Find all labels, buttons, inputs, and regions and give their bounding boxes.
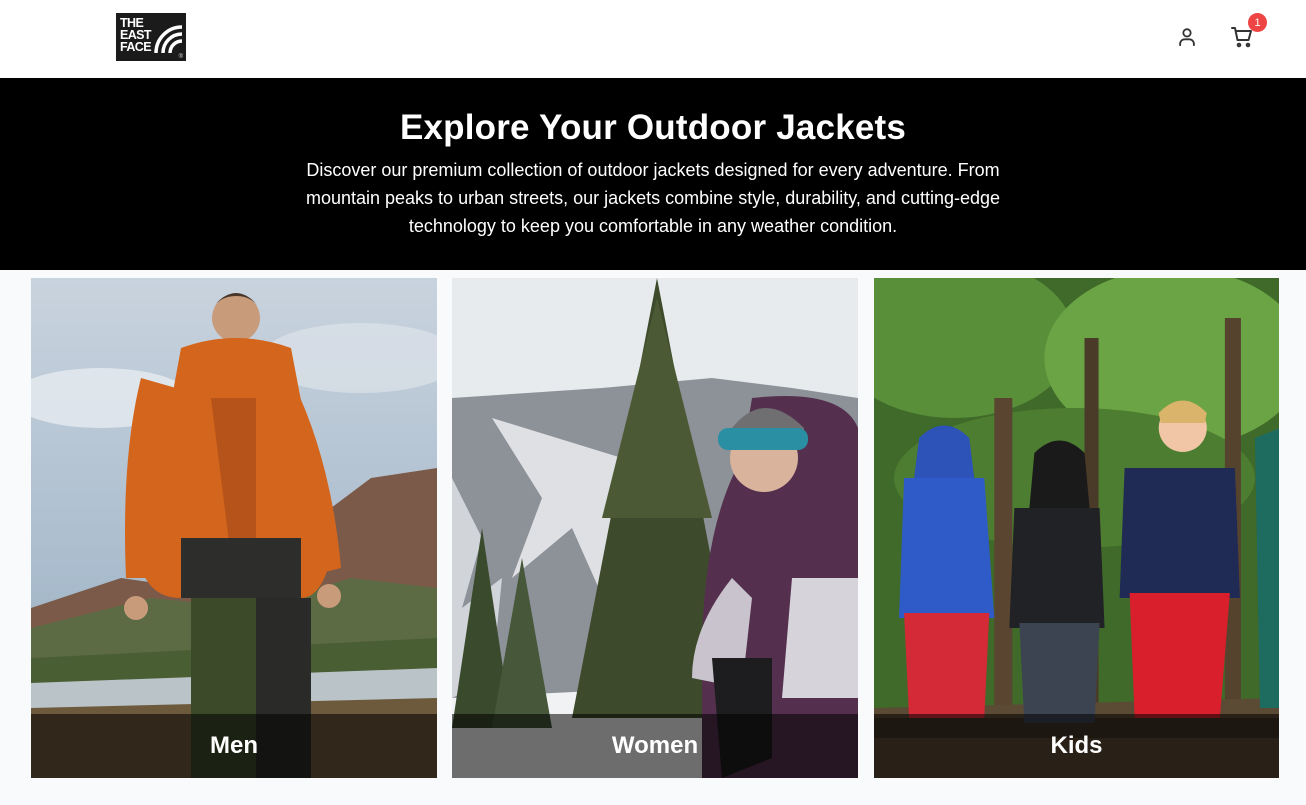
kids-label-bar: Kids	[874, 714, 1279, 778]
category-card-women[interactable]: Women	[452, 278, 858, 778]
brand-logo[interactable]: THE EAST FACE ®	[116, 13, 186, 61]
category-card-kids[interactable]: Kids	[874, 278, 1279, 778]
men-label-bar: Men	[31, 714, 437, 778]
cart-count-badge: 1	[1248, 13, 1267, 32]
women-jacket-photo	[452, 278, 858, 778]
hero-description: Discover our premium collection of outdo…	[305, 160, 1001, 236]
category-label-men: Men	[210, 732, 258, 759]
women-label-bar: Women	[452, 714, 858, 778]
logo-line-3: FACE	[120, 40, 152, 54]
kids-jacket-photo	[874, 278, 1279, 778]
category-label-kids: Kids	[1050, 732, 1103, 759]
men-jacket-photo	[31, 278, 437, 778]
account-button[interactable]	[1174, 24, 1200, 50]
logo-arcs-icon	[154, 25, 183, 54]
hero-banner: Explore Your Outdoor Jackets Discover ou…	[0, 78, 1306, 270]
hero-title: Explore Your Outdoor Jackets	[399, 108, 907, 147]
category-card-men[interactable]: Men	[31, 278, 437, 778]
user-icon	[1179, 28, 1195, 47]
top-navigation: THE EAST FACE ® 1	[0, 0, 1306, 78]
category-label-women: Women	[611, 732, 699, 759]
